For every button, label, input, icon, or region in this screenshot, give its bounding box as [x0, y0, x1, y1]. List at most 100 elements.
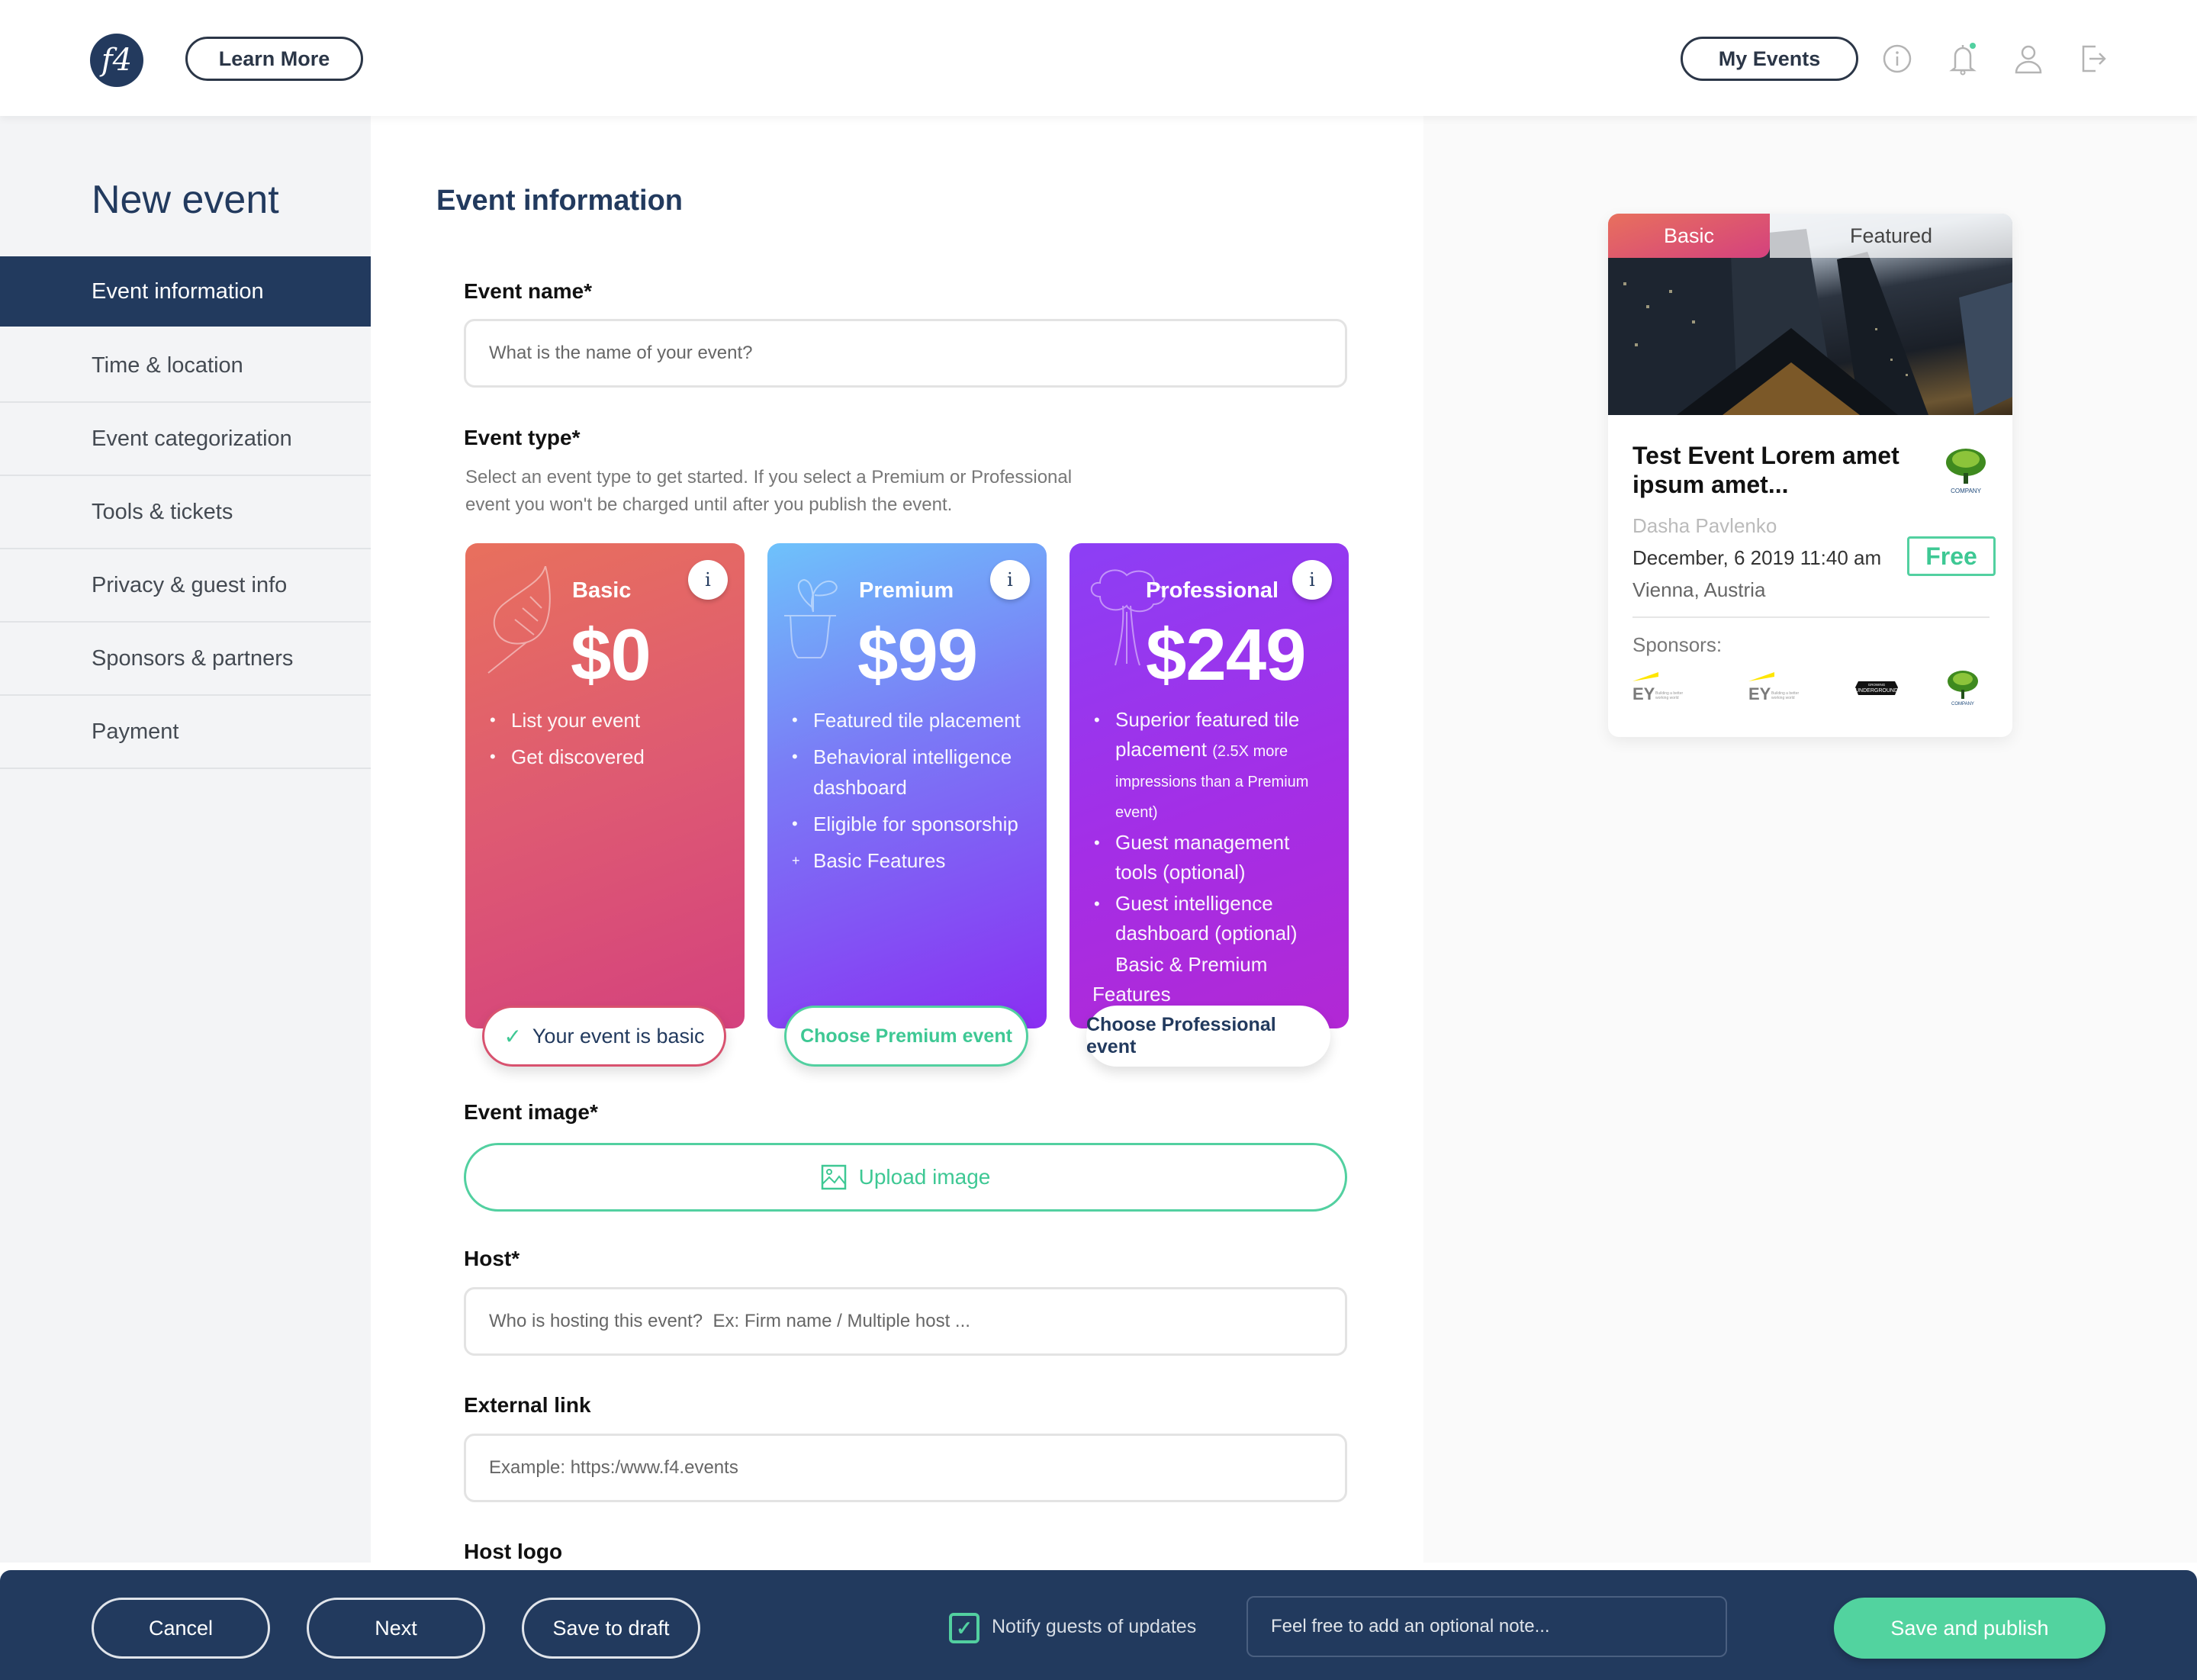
sidebar-item-time-location[interactable]: Time & location — [0, 330, 371, 403]
external-link-input[interactable] — [464, 1434, 1347, 1502]
sponsor-logo-ey: EY Building a betterworking world — [1748, 672, 1799, 703]
svg-text:COMPANY: COMPANY — [1951, 488, 1982, 494]
next-button[interactable]: Next — [307, 1598, 485, 1659]
preview-tab-basic[interactable]: Basic — [1608, 214, 1770, 258]
svg-text:EY: EY — [1632, 684, 1655, 703]
event-form: Event information Event name* Event type… — [371, 116, 1423, 1563]
pricing-card-basic[interactable]: Basic $0 i List your event Get discovere… — [465, 543, 745, 1067]
sidebar-item-payment[interactable]: Payment — [0, 696, 371, 769]
sidebar-item-event-categorization[interactable]: Event categorization — [0, 403, 371, 476]
action-footer: Cancel Next Save to draft ✓ Notify guest… — [0, 1570, 2197, 1680]
sponsor-logo-growing-underground: GROWINGUNDERGROUND — [1855, 681, 1898, 695]
feature-item: Behavioral intelligence dashboard — [790, 742, 1031, 803]
sidebar-item-privacy-guest-info[interactable]: Privacy & guest info — [0, 549, 371, 623]
feature-item: Featured tile placement — [790, 705, 1031, 735]
company-tree-logo: COMPANY — [1946, 449, 1986, 494]
feature-item: Superior featured tile placement (2.5X m… — [1092, 705, 1333, 826]
sponsor-logo-company: COMPANY — [1948, 671, 1978, 706]
info-button[interactable]: i — [990, 560, 1030, 600]
page-title: New event — [92, 178, 279, 222]
checkmark-icon: ✓ — [956, 1616, 973, 1640]
feature-item: Guest management tools (optional) — [1092, 828, 1333, 887]
sidebar-item-sponsors-partners[interactable]: Sponsors & partners — [0, 623, 371, 696]
event-type-label: Event type* — [464, 426, 581, 449]
optional-note-input[interactable] — [1246, 1596, 1727, 1657]
cancel-button[interactable]: Cancel — [92, 1598, 270, 1659]
svg-text:working world: working world — [1655, 696, 1679, 700]
sponsor-logo-ey: EY Building a betterworking world — [1632, 672, 1683, 703]
preview-location: Vienna, Austria — [1632, 578, 1766, 601]
feature-item: Guest intelligence dashboard (optional) — [1092, 889, 1333, 948]
svg-text:EY: EY — [1748, 684, 1771, 703]
card-name: Premium — [859, 578, 954, 603]
learn-more-button[interactable]: Learn More — [185, 37, 363, 81]
notify-guests-label: Notify guests of updates — [992, 1616, 1197, 1637]
feature-item-extra: Basic Features — [790, 845, 1031, 876]
event-preview-card: Basic Featured Test Event Lorem amet ips… — [1608, 214, 2012, 737]
choose-professional-button[interactable]: Choose Professional event — [1086, 1006, 1330, 1067]
image-icon — [821, 1164, 846, 1190]
sidebar: New event Event information Time & locat… — [0, 116, 387, 1563]
feature-list: Featured tile placement Behavioral intel… — [790, 705, 1031, 882]
sidebar-item-tools-tickets[interactable]: Tools & tickets — [0, 476, 371, 549]
external-link-label: External link — [464, 1393, 591, 1417]
info-button[interactable]: i — [688, 560, 728, 600]
event-name-label: Event name* — [464, 279, 593, 303]
card-price: $0 — [571, 614, 651, 696]
card-price: $249 — [1146, 614, 1307, 696]
card-name: Basic — [572, 578, 632, 603]
event-type-helper: Select an event type to get started. If … — [465, 467, 1073, 515]
info-button[interactable]: i — [1292, 560, 1332, 600]
upload-image-button[interactable]: Upload image — [464, 1143, 1347, 1212]
save-draft-button[interactable]: Save to draft — [522, 1598, 700, 1659]
preview-tab-featured[interactable]: Featured — [1770, 214, 2012, 258]
feature-item-extra: Basic & Premium Features — [1092, 950, 1333, 1009]
notification-dot — [1970, 43, 1976, 49]
preview-date: December, 6 2019 11:40 am — [1632, 546, 1882, 569]
svg-text:UNDERGROUND: UNDERGROUND — [1855, 688, 1898, 694]
svg-text:working world: working world — [1771, 696, 1795, 700]
preview-host: Dasha Pavlenko — [1632, 514, 1777, 537]
pricing-card-professional[interactable]: Professional $249 i Superior featured ti… — [1070, 543, 1349, 1067]
leaf-icon — [487, 566, 551, 674]
save-and-publish-button[interactable]: Save and publish — [1834, 1598, 2105, 1659]
card-name: Professional — [1146, 578, 1279, 603]
feature-list: Superior featured tile placement (2.5X m… — [1092, 705, 1333, 1011]
event-name-input[interactable] — [464, 319, 1347, 388]
my-events-button[interactable]: My Events — [1681, 37, 1858, 81]
f4-logo[interactable]: f4 — [90, 34, 143, 87]
notify-guests-checkbox[interactable]: ✓ — [949, 1613, 979, 1643]
divider — [1632, 616, 1990, 618]
sidebar-item-event-information[interactable]: Event information — [0, 256, 387, 327]
event-cover-image: Basic Featured — [1608, 214, 2012, 415]
feature-list: List your event Get discovered — [488, 705, 729, 778]
host-logo-label: Host logo — [464, 1540, 563, 1563]
plant-pot-icon — [784, 578, 838, 658]
section-title: Event information — [436, 185, 684, 217]
host-label: Host* — [464, 1247, 520, 1270]
upload-image-label: Upload image — [858, 1165, 991, 1189]
sponsors-label: Sponsors: — [1632, 633, 1723, 656]
svg-text:COMPANY: COMPANY — [1951, 702, 1974, 706]
card-price: $99 — [857, 614, 978, 696]
basic-selected-button[interactable]: ✓ Your event is basic — [482, 1006, 726, 1067]
user-icon[interactable] — [2011, 41, 2046, 76]
check-icon: ✓ — [503, 1024, 522, 1048]
top-header: f4 Learn More My Events — [0, 0, 2197, 116]
preview-event-title: Test Event Lorem amet ipsum amet... — [1632, 442, 1899, 498]
cta-label: Your event is basic — [532, 1024, 705, 1048]
host-input[interactable] — [464, 1287, 1347, 1356]
choose-premium-button[interactable]: Choose Premium event — [784, 1006, 1028, 1067]
feature-item: Get discovered — [488, 742, 729, 772]
price-badge: Free — [1907, 536, 1996, 576]
svg-text:GROWING: GROWING — [1868, 683, 1886, 687]
feature-item: Eligible for sponsorship — [790, 809, 1031, 839]
logout-icon[interactable] — [2076, 41, 2112, 76]
event-image-label: Event image* — [464, 1100, 598, 1124]
step-nav: Event information Time & location Event … — [0, 256, 387, 769]
info-icon[interactable] — [1880, 41, 1915, 76]
pricing-card-premium[interactable]: Premium $99 i Featured tile placement Be… — [767, 543, 1047, 1067]
bell-icon[interactable] — [1945, 41, 1980, 76]
feature-item: List your event — [488, 705, 729, 735]
preview-panel: Basic Featured Test Event Lorem amet ips… — [1423, 116, 2197, 1563]
